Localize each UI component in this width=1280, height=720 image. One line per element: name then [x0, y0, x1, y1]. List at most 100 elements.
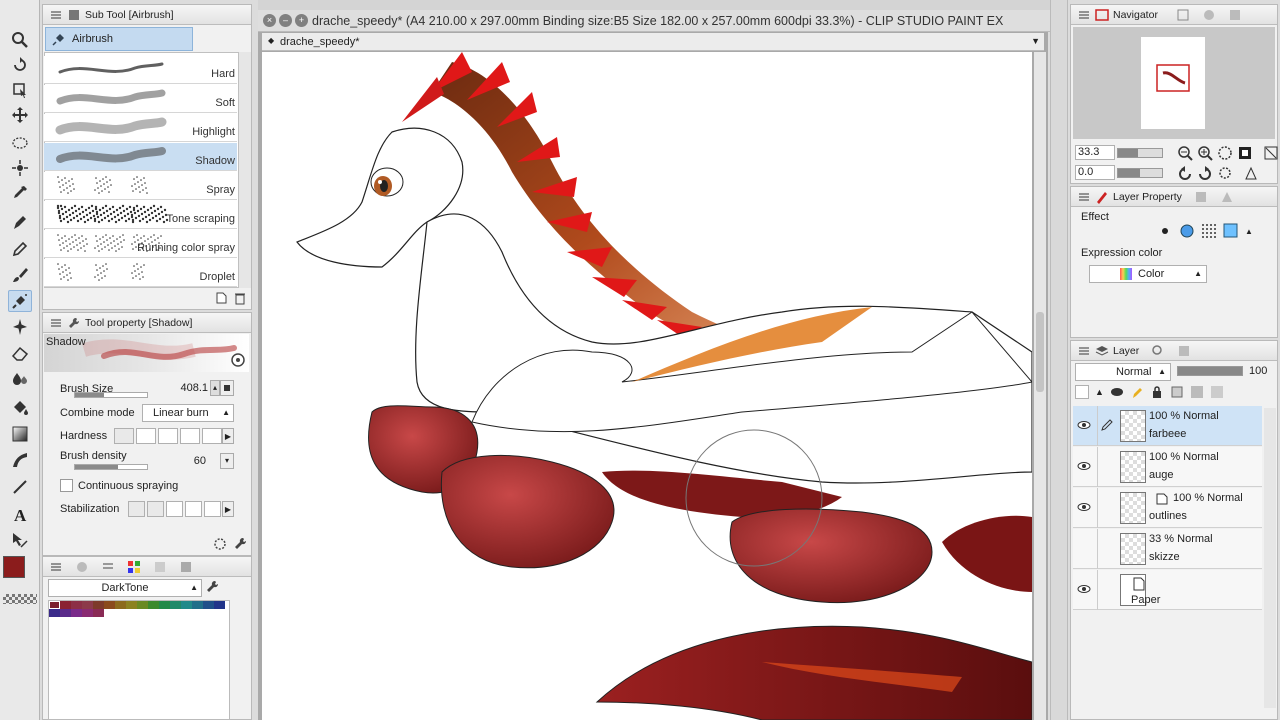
mask-enable-icon[interactable]: [1190, 385, 1204, 399]
color-swatch[interactable]: [214, 601, 225, 609]
layer-search-tab-icon[interactable]: [1151, 344, 1165, 358]
line-tool-icon[interactable]: [8, 476, 32, 498]
navigator-preview[interactable]: [1073, 27, 1275, 139]
layer-row[interactable]: Paper: [1073, 570, 1262, 610]
maximize-window-icon[interactable]: +: [295, 14, 308, 27]
new-subtool-icon[interactable]: [214, 291, 228, 305]
color-swatch[interactable]: [82, 601, 93, 609]
brush-item-droplet[interactable]: Droplet: [44, 259, 237, 287]
color-slider-tab-icon[interactable]: [101, 560, 115, 574]
color-swatch[interactable]: [71, 609, 82, 617]
rotate-tool-icon[interactable]: [8, 54, 32, 76]
effect-updown-icon[interactable]: ▲: [1245, 227, 1253, 236]
brush-item-highlight[interactable]: Highlight: [44, 114, 237, 142]
actual-pixels-icon[interactable]: [1217, 145, 1233, 161]
brush-density-stepper[interactable]: ▾: [220, 453, 234, 469]
rotate-right-icon[interactable]: [1197, 165, 1213, 181]
color-swatch[interactable]: [93, 601, 104, 609]
text-tool-icon[interactable]: A: [8, 503, 32, 525]
stabilization-arrow-icon[interactable]: ▶: [222, 501, 234, 517]
close-window-icon[interactable]: ×: [263, 14, 276, 27]
animation-cels-tab-icon[interactable]: [1177, 344, 1191, 358]
history-tab-icon[interactable]: [1194, 190, 1208, 204]
rotate-left-icon[interactable]: [1177, 165, 1193, 181]
menu-icon[interactable]: [1077, 344, 1091, 358]
border-effect-icon[interactable]: [1157, 223, 1173, 239]
extract-line-icon[interactable]: [1179, 223, 1195, 239]
layer-row[interactable]: 33 % Normal skizze: [1073, 529, 1262, 569]
brush-item-soft[interactable]: Soft: [44, 85, 237, 113]
menu-icon[interactable]: [49, 560, 63, 574]
color-swatch[interactable]: [148, 601, 159, 609]
color-swatch[interactable]: [203, 601, 214, 609]
approximate-color-tab-icon[interactable]: [179, 560, 193, 574]
draft-layer-icon[interactable]: [1130, 385, 1144, 399]
tab-menu-icon[interactable]: ▼: [1031, 36, 1040, 46]
brush-list-scrollbar[interactable]: [239, 52, 251, 288]
layer-color-icon[interactable]: [1223, 223, 1239, 239]
selection-tool-icon[interactable]: [8, 132, 32, 154]
brush-item-tone-scraping[interactable]: Tone scraping: [44, 201, 237, 229]
expression-color-select[interactable]: Color ▲: [1089, 265, 1207, 283]
brush-density-value[interactable]: 60: [184, 455, 206, 467]
color-swatch[interactable]: [60, 601, 71, 609]
fit-to-screen-icon[interactable]: [1237, 145, 1253, 161]
updown-icon[interactable]: ▲: [1095, 387, 1104, 397]
brush-density-slider[interactable]: [74, 464, 148, 470]
menu-icon[interactable]: [1077, 8, 1091, 22]
color-swatch[interactable]: [60, 609, 71, 617]
ruler-enable-icon[interactable]: [1210, 385, 1224, 399]
reset-settings-icon[interactable]: [212, 536, 228, 552]
menu-icon[interactable]: [49, 8, 63, 22]
pencil-tool-icon[interactable]: [8, 238, 32, 260]
eye-icon[interactable]: [1077, 459, 1091, 473]
blend-mode-select[interactable]: Normal ▲: [1075, 363, 1171, 381]
hardness-arrow-icon[interactable]: ▶: [222, 428, 234, 444]
lock-transparency-icon[interactable]: [1170, 385, 1184, 399]
brush-item-spray[interactable]: Spray: [44, 172, 237, 200]
color-swatch[interactable]: [104, 601, 115, 609]
fill-tool-icon[interactable]: [8, 397, 32, 419]
operation-tool-icon[interactable]: [8, 79, 32, 101]
stabilization-presets[interactable]: [128, 501, 221, 517]
brush-size-value[interactable]: 408.1: [172, 382, 208, 394]
material-tab-icon[interactable]: [1228, 8, 1242, 22]
move-layer-tool-icon[interactable]: [8, 104, 32, 126]
zoom-tool-icon[interactable]: [8, 29, 32, 51]
color-set-select[interactable]: DarkTone ▲: [48, 579, 202, 597]
layer-row[interactable]: 100 % Normal auge: [1073, 447, 1262, 487]
eyedropper-tool-icon[interactable]: [8, 182, 32, 204]
color-swatch[interactable]: [170, 601, 181, 609]
sub-view-tab-icon[interactable]: [1176, 8, 1190, 22]
menu-icon[interactable]: [1077, 190, 1091, 204]
color-swatch[interactable]: [71, 601, 82, 609]
menu-icon[interactable]: [49, 316, 63, 330]
item-bank-tab-icon[interactable]: [1202, 8, 1216, 22]
zoom-out-icon[interactable]: [1177, 145, 1193, 161]
brush-item-hard[interactable]: Hard: [44, 56, 237, 84]
layer-scrollbar[interactable]: [1264, 408, 1276, 708]
figure-tool-icon[interactable]: [8, 449, 32, 471]
eye-icon[interactable]: [1077, 582, 1091, 596]
hidden-eye-slot[interactable]: [1077, 541, 1091, 555]
opacity-slider[interactable]: [1177, 366, 1243, 376]
hardness-presets[interactable]: [114, 428, 222, 444]
rotate-slider[interactable]: [1117, 168, 1163, 178]
eye-icon[interactable]: [1077, 418, 1091, 432]
main-color-swatch[interactable]: [3, 556, 25, 578]
brush-tool-icon[interactable]: [8, 264, 32, 286]
reference-layer-icon[interactable]: [1110, 385, 1124, 399]
canvas-paper[interactable]: [262, 52, 1032, 720]
blend-tool-icon[interactable]: [8, 368, 32, 390]
airbrush-group-tab[interactable]: Airbrush: [45, 27, 193, 51]
color-swatch[interactable]: [49, 601, 60, 609]
brush-size-stepper[interactable]: ▴: [210, 380, 220, 396]
transparent-color-swatch[interactable]: [3, 594, 37, 604]
rotate-value[interactable]: 0.0: [1075, 165, 1115, 180]
color-swatch[interactable]: [126, 601, 137, 609]
continuous-spraying-checkbox[interactable]: [60, 479, 73, 492]
lock-layer-icon[interactable]: [1150, 385, 1164, 399]
auto-action-tab-icon[interactable]: [1220, 190, 1234, 204]
brush-size-shape-button[interactable]: [220, 380, 234, 396]
correct-line-tool-icon[interactable]: [8, 529, 32, 551]
